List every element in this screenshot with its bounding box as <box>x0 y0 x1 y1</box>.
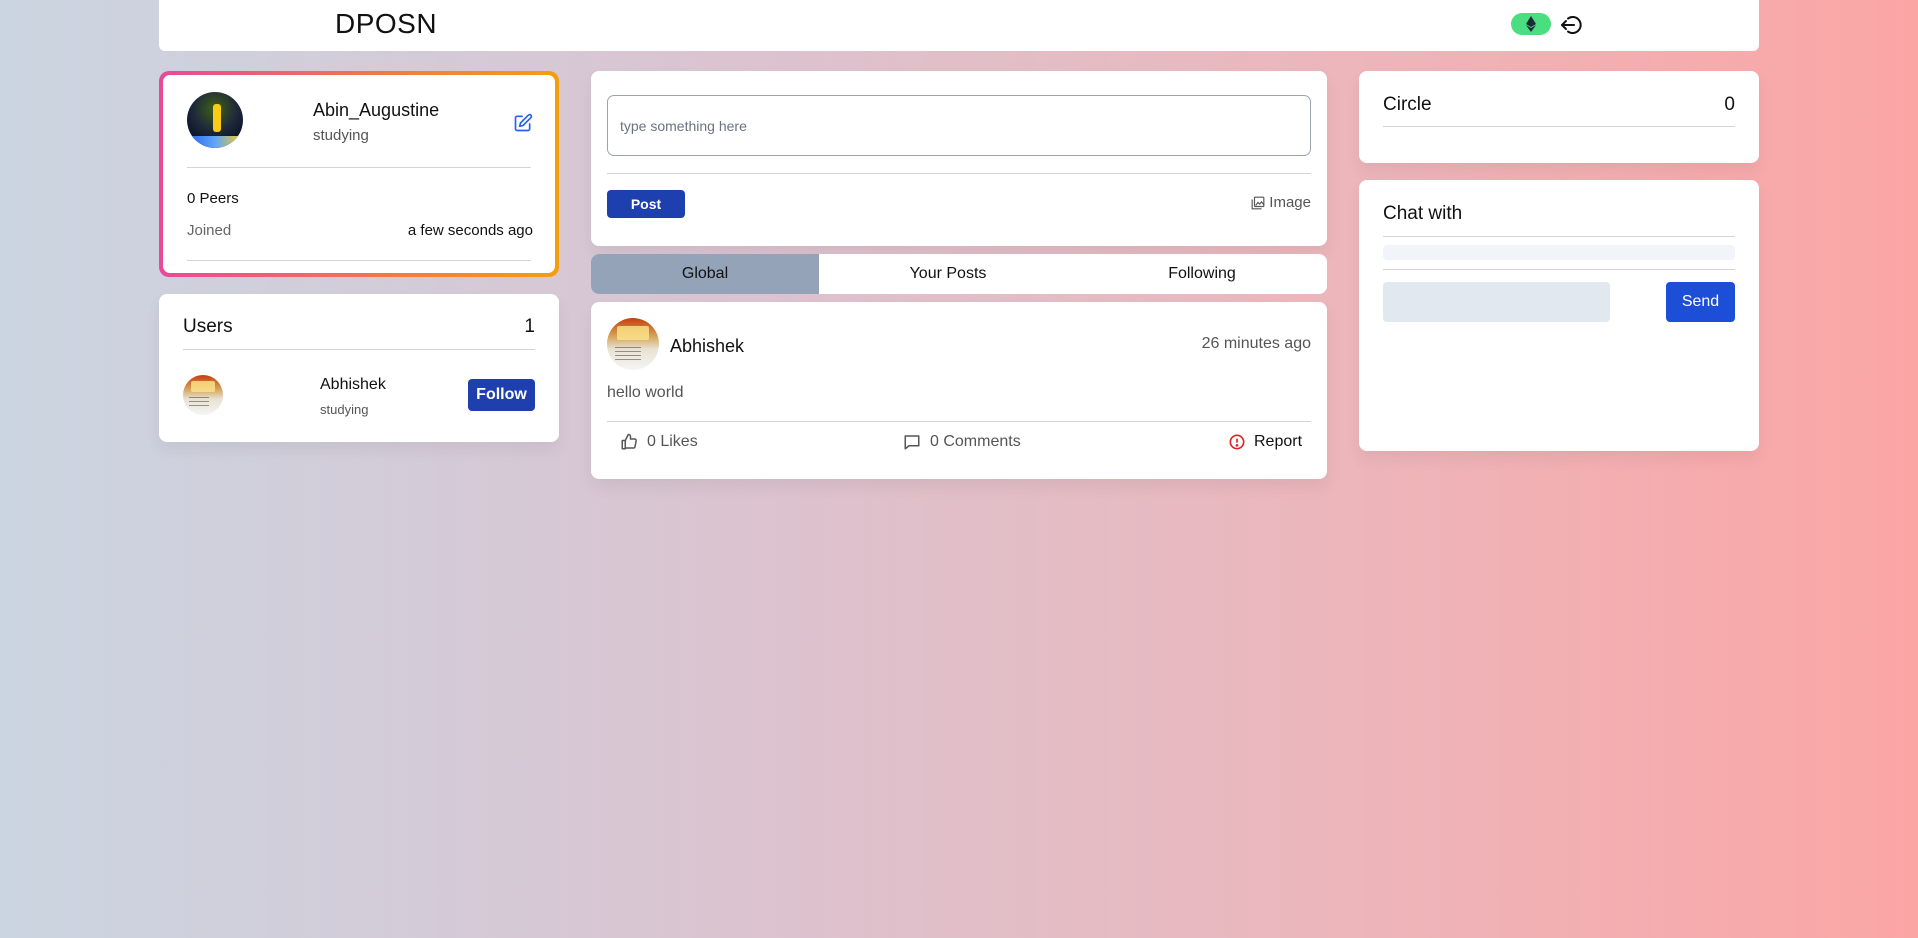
app-brand[interactable]: DPOSN <box>335 8 437 40</box>
user-status: studying <box>320 402 369 417</box>
divider <box>187 260 531 261</box>
top-navbar: DPOSN <box>159 0 1759 51</box>
divider <box>607 421 1311 422</box>
divider <box>183 349 535 350</box>
logout-button[interactable] <box>1558 12 1584 38</box>
joined-value: a few seconds ago <box>407 222 533 239</box>
divider <box>1383 126 1735 127</box>
post-author-name[interactable]: Abhishek <box>670 336 744 357</box>
circle-count: 0 <box>1724 94 1735 115</box>
post-body: hello world <box>607 384 684 401</box>
tab-following[interactable]: Following <box>1077 254 1327 294</box>
post-card: Abhishek 26 minutes ago hello world 0 Li… <box>591 302 1327 479</box>
peers-count[interactable]: 0 Peers <box>187 190 239 207</box>
report-label: Report <box>1254 433 1303 450</box>
divider <box>1383 269 1735 270</box>
post-timestamp: 26 minutes ago <box>1201 335 1311 352</box>
alert-circle-icon <box>1229 434 1245 450</box>
feed-tabs: Global Your Posts Following <box>591 254 1327 294</box>
image-icon <box>1251 196 1265 209</box>
report-button[interactable]: Report <box>1229 433 1302 451</box>
post-composer: Post Image <box>591 71 1327 246</box>
follow-button[interactable]: Follow <box>468 379 535 411</box>
comment-button[interactable]: 0 Comments <box>903 433 1021 451</box>
profile-name: Abin_Augustine <box>313 100 440 120</box>
image-label: Image <box>1269 194 1311 211</box>
divider <box>1383 236 1735 237</box>
chat-title: Chat with <box>1383 203 1463 224</box>
divider <box>187 167 531 168</box>
user-name[interactable]: Abhishek <box>320 376 386 394</box>
profile-card: Abin_Augustine studying 0 Peers Joined a… <box>159 71 559 277</box>
circle-title: Circle <box>1383 94 1432 115</box>
edit-icon <box>514 113 533 132</box>
comments-count: 0 Comments <box>930 433 1021 450</box>
post-author-avatar[interactable] <box>607 318 659 370</box>
profile-status: studying <box>313 127 369 144</box>
chat-messages-area <box>1383 245 1735 260</box>
thumbs-up-icon <box>621 433 637 450</box>
chat-card: Chat with Send <box>1359 180 1759 451</box>
logout-icon <box>1561 16 1582 34</box>
circle-card: Circle 0 <box>1359 71 1759 163</box>
send-button[interactable]: Send <box>1666 282 1735 322</box>
user-avatar[interactable] <box>183 375 223 415</box>
chat-message-input[interactable] <box>1383 282 1610 322</box>
users-title: Users <box>183 316 233 337</box>
comment-icon <box>904 435 920 450</box>
users-count: 1 <box>524 316 535 337</box>
profile-avatar[interactable] <box>187 92 243 148</box>
post-input[interactable] <box>607 95 1311 156</box>
post-button[interactable]: Post <box>607 190 685 218</box>
likes-count: 0 Likes <box>647 433 698 450</box>
image-upload-button[interactable]: Image <box>1251 194 1311 211</box>
tab-global[interactable]: Global <box>591 254 819 294</box>
like-button[interactable]: 0 Likes <box>620 433 698 451</box>
divider <box>607 173 1311 174</box>
joined-label: Joined <box>187 222 232 239</box>
users-card: Users 1 Abhishek studying Follow <box>159 294 559 442</box>
ethereum-icon <box>1526 16 1536 32</box>
edit-profile-button[interactable] <box>513 113 533 133</box>
wallet-badge[interactable] <box>1511 13 1551 35</box>
tab-your-posts[interactable]: Your Posts <box>819 254 1077 294</box>
